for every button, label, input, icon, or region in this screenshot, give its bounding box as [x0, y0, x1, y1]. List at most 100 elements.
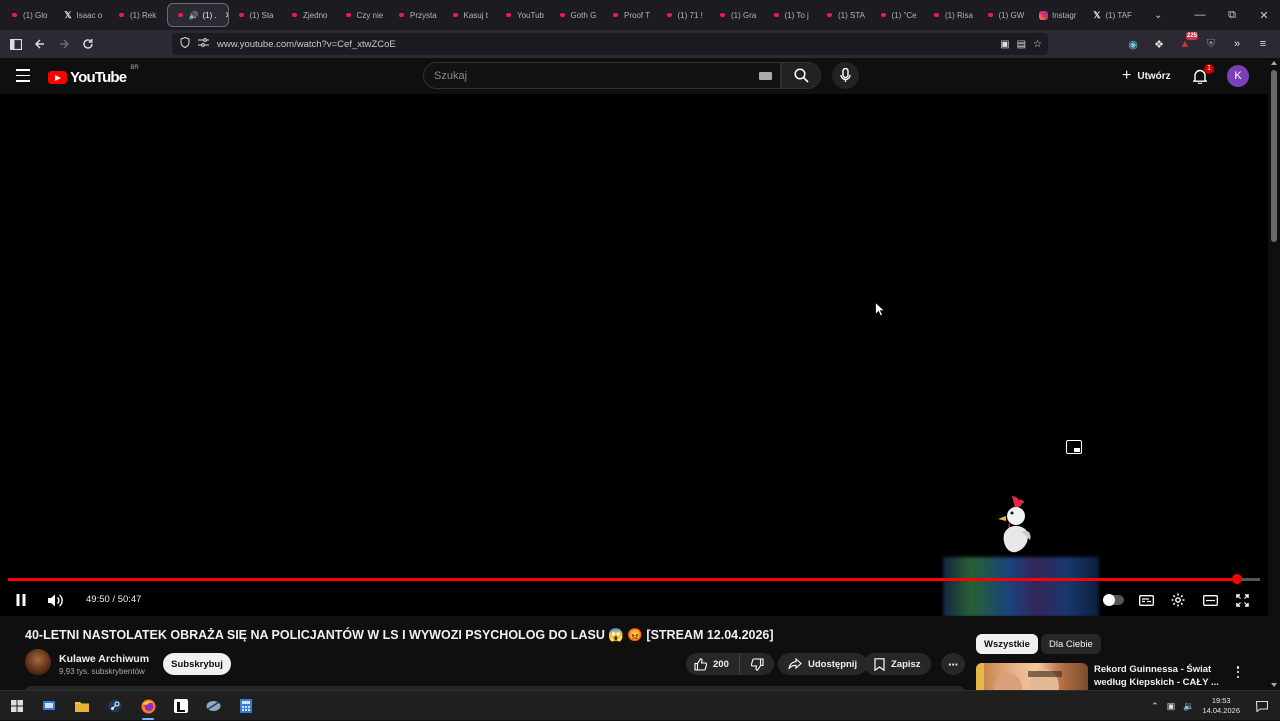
browser-tab[interactable]: (1) STA — [819, 0, 873, 30]
browser-tab[interactable]: (1) GW — [980, 0, 1034, 30]
progress-bar[interactable] — [8, 574, 1260, 584]
minimize-icon[interactable]: — — [1184, 0, 1216, 30]
url-text[interactable]: www.youtube.com/watch?v=Cef_xtwZCoE — [217, 39, 396, 50]
back-icon[interactable] — [28, 32, 52, 56]
pause-button[interactable] — [12, 588, 30, 612]
theater-mode-button[interactable] — [1200, 588, 1220, 612]
video-player[interactable]: 49:50 / 50:47 — [0, 94, 1268, 617]
browser-tab[interactable]: Czy nie — [338, 0, 392, 30]
browser-tab[interactable]: (1) 71 ! — [659, 0, 713, 30]
volume-button[interactable] — [46, 588, 66, 612]
plus-icon: + — [1122, 67, 1132, 84]
browser-tab[interactable]: Kasuj t — [445, 0, 499, 30]
app-icon[interactable] — [202, 696, 224, 716]
steam-icon[interactable] — [104, 696, 126, 716]
browser-tab[interactable]: YouTub — [498, 0, 552, 30]
browser-tab[interactable]: (1) "Ce — [873, 0, 927, 30]
sidebar-toggle-icon[interactable] — [4, 32, 28, 56]
picture-in-picture-icon[interactable]: ▣ — [1000, 39, 1009, 50]
tab-list-chevron-down-icon[interactable]: ⌄ — [1154, 10, 1162, 21]
scroll-up-icon[interactable] — [1271, 61, 1277, 65]
subtitles-button[interactable] — [1136, 588, 1156, 612]
menu-icon[interactable] — [16, 69, 30, 86]
app-menu-icon[interactable]: ≡ — [1252, 33, 1274, 55]
dislike-button[interactable] — [740, 653, 774, 675]
browser-tab[interactable]: Proof T — [605, 0, 659, 30]
calculator-icon[interactable] — [235, 696, 257, 716]
scroll-down-icon[interactable] — [1271, 683, 1277, 687]
search-button[interactable] — [781, 62, 821, 89]
keyboard-icon[interactable] — [759, 72, 772, 80]
recommendation-menu-icon[interactable] — [1232, 664, 1244, 680]
page-info-icon[interactable] — [198, 38, 209, 50]
browser-tab[interactable]: (1) Sta — [231, 0, 285, 30]
obs-icon[interactable] — [170, 696, 192, 716]
browser-tab[interactable]: Zjedno — [284, 0, 338, 30]
system-clock[interactable]: 19:53 14.04.2026 — [1202, 696, 1240, 716]
recommendation-title[interactable]: Rekord Guinnessa - Świat według Kiepskic… — [1094, 663, 1224, 689]
browser-tab[interactable]: Instagr — [1033, 0, 1087, 30]
task-view-icon[interactable] — [38, 696, 60, 716]
browser-tab[interactable]: (1) Gra — [712, 0, 766, 30]
ublock-icon[interactable]: ▲ 225 — [1174, 32, 1198, 55]
browser-tab[interactable]: 🔊(1) . ✕ — [166, 3, 229, 27]
youtube-logo[interactable]: YouTube BR — [48, 65, 139, 86]
recommendation-thumbnail[interactable] — [976, 663, 1088, 693]
network-icon[interactable]: ▣ — [1167, 701, 1176, 712]
voice-search-button[interactable] — [832, 62, 859, 89]
close-tab-icon[interactable]: ✕ — [225, 10, 228, 21]
notification-badge: 1 — [1204, 64, 1214, 74]
share-button[interactable]: Udostępnij — [778, 653, 868, 675]
chip-all[interactable]: Wszystkie — [976, 634, 1038, 654]
close-window-icon[interactable]: ✕ — [1248, 0, 1280, 30]
autoplay-toggle[interactable] — [1103, 594, 1124, 606]
like-button[interactable]: 200 — [686, 653, 740, 675]
forward-icon[interactable] — [52, 32, 76, 56]
file-explorer-icon[interactable] — [71, 696, 93, 716]
vpn-shield-icon[interactable]: ◉ — [1122, 33, 1144, 55]
reload-icon[interactable] — [76, 32, 100, 56]
miniplayer-icon[interactable] — [1066, 440, 1082, 454]
settings-button[interactable] — [1168, 588, 1188, 612]
privacy-badger-icon[interactable]: ⛨ — [1200, 33, 1222, 55]
shield-icon[interactable] — [180, 36, 190, 51]
fullscreen-button[interactable] — [1232, 588, 1252, 612]
overflow-chevron-icon[interactable]: » — [1226, 33, 1248, 55]
reader-view-icon[interactable]: ▤ — [1017, 39, 1026, 50]
windows-start-icon[interactable] — [6, 696, 28, 716]
clock-time: 19:53 — [1211, 696, 1231, 705]
browser-tab[interactable]: Przysta — [391, 0, 445, 30]
speaker-icon[interactable]: 🔉 — [1183, 701, 1194, 712]
chip-for-you[interactable]: Dla Ciebie — [1041, 634, 1101, 654]
bookmark-star-icon[interactable]: ☆ — [1033, 39, 1042, 50]
channel-avatar[interactable] — [25, 649, 51, 675]
browser-tab[interactable]: 𝕏 (1) TAF — [1087, 0, 1141, 30]
search-input[interactable] — [434, 69, 734, 82]
save-button[interactable]: Zapisz — [864, 653, 931, 675]
browser-tab[interactable]: Goth G — [552, 0, 606, 30]
browser-tab[interactable]: (1) Risa — [926, 0, 980, 30]
more-actions-button[interactable]: ··· — [941, 653, 965, 675]
firefox-icon[interactable] — [137, 696, 159, 720]
tray-chevron-up-icon[interactable]: ⌃ — [1151, 701, 1159, 712]
avatar[interactable]: K — [1227, 65, 1249, 87]
notification-center-icon[interactable] — [1252, 696, 1272, 716]
speaker-icon[interactable]: 🔊 — [189, 11, 199, 20]
browser-tab[interactable]: (1) Glo — [4, 0, 58, 30]
youtube-icon — [932, 11, 941, 20]
channel-name[interactable]: Kulawe Archiwum — [59, 653, 149, 665]
restore-icon[interactable]: ⧉ — [1216, 0, 1248, 30]
create-button[interactable]: + Utwórz — [1116, 65, 1177, 87]
scrollbar-thumb[interactable] — [1271, 70, 1277, 242]
search-box[interactable] — [423, 62, 781, 89]
youtube-icon — [825, 11, 834, 20]
page-scrollbar[interactable] — [1268, 58, 1280, 690]
browser-tab[interactable]: (1) Rek — [111, 0, 165, 30]
notifications-button[interactable]: 1 — [1190, 64, 1214, 86]
scrubber-handle[interactable] — [1231, 574, 1242, 584]
subscribe-button[interactable]: Subskrybuj — [163, 653, 231, 675]
browser-tab[interactable]: (1) To j — [766, 0, 820, 30]
puzzle-icon[interactable]: ❖ — [1148, 33, 1170, 55]
browser-tab[interactable]: 𝕏 Isaac o — [58, 0, 112, 30]
address-bar[interactable]: www.youtube.com/watch?v=Cef_xtwZCoE ▣ ▤ … — [172, 33, 1048, 55]
